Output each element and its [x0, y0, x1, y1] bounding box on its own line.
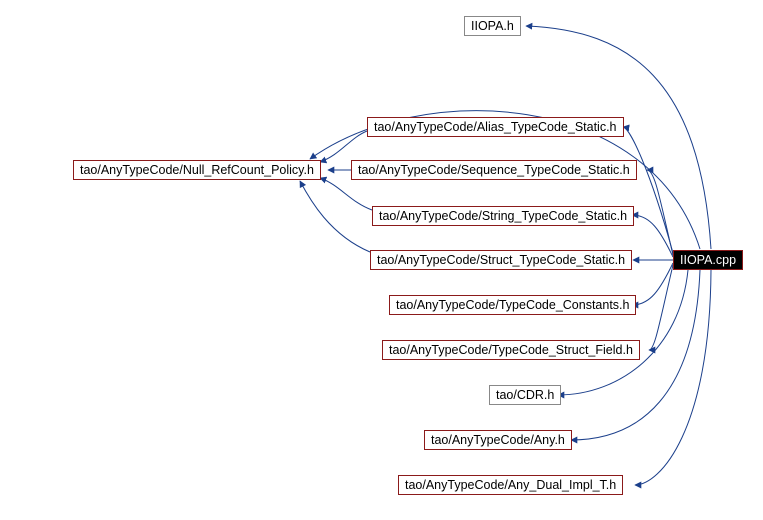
node-typecode-constants[interactable]: tao/AnyTypeCode/TypeCode_Constants.h	[389, 295, 636, 315]
edge-iiopacpp-cdr	[558, 270, 688, 395]
edge-struct-null	[300, 181, 370, 252]
edge-iiopacpp-anydual	[635, 270, 711, 485]
node-iiopa-h[interactable]: IIOPA.h	[464, 16, 521, 36]
node-label: tao/AnyTypeCode/Any.h	[431, 433, 565, 447]
node-any-dual-impl-t[interactable]: tao/AnyTypeCode/Any_Dual_Impl_T.h	[398, 475, 623, 495]
node-iiopa-cpp[interactable]: IIOPA.cpp	[673, 250, 743, 270]
node-label: tao/AnyTypeCode/Null_RefCount_Policy.h	[80, 163, 314, 177]
edge-string-null	[320, 178, 372, 210]
node-sequence-typecode-static[interactable]: tao/AnyTypeCode/Sequence_TypeCode_Static…	[351, 160, 637, 180]
node-label: tao/AnyTypeCode/Sequence_TypeCode_Static…	[358, 163, 630, 177]
node-any-h[interactable]: tao/AnyTypeCode/Any.h	[424, 430, 572, 450]
edge-iiopacpp-seq	[647, 170, 673, 255]
node-tao-cdr-h[interactable]: tao/CDR.h	[489, 385, 561, 405]
node-struct-typecode-static[interactable]: tao/AnyTypeCode/Struct_TypeCode_Static.h	[370, 250, 632, 270]
edge-iiopacpp-string	[632, 215, 673, 257]
edge-iiopacpp-const	[632, 263, 673, 305]
node-label: tao/AnyTypeCode/TypeCode_Struct_Field.h	[389, 343, 633, 357]
node-alias-typecode-static[interactable]: tao/AnyTypeCode/Alias_TypeCode_Static.h	[367, 117, 624, 137]
dependency-graph: { "source_node": { "label": "IIOPA.cpp" …	[0, 0, 763, 520]
node-string-typecode-static[interactable]: tao/AnyTypeCode/String_TypeCode_Static.h	[372, 206, 634, 226]
edge-iiopacpp-field	[649, 265, 673, 350]
node-label: IIOPA.h	[471, 19, 514, 33]
node-typecode-struct-field[interactable]: tao/AnyTypeCode/TypeCode_Struct_Field.h	[382, 340, 640, 360]
edge-iiopacpp-alias	[623, 127, 673, 253]
node-label: tao/AnyTypeCode/Any_Dual_Impl_T.h	[405, 478, 616, 492]
edge-alias-null	[320, 131, 367, 162]
node-label: tao/CDR.h	[496, 388, 554, 402]
node-label: tao/AnyTypeCode/Struct_TypeCode_Static.h	[377, 253, 625, 267]
node-label: tao/AnyTypeCode/Alias_TypeCode_Static.h	[374, 120, 617, 134]
node-label: tao/AnyTypeCode/TypeCode_Constants.h	[396, 298, 629, 312]
node-label: tao/AnyTypeCode/String_TypeCode_Static.h	[379, 209, 627, 223]
node-label: IIOPA.cpp	[680, 253, 736, 267]
node-null-refcount-policy[interactable]: tao/AnyTypeCode/Null_RefCount_Policy.h	[73, 160, 321, 180]
